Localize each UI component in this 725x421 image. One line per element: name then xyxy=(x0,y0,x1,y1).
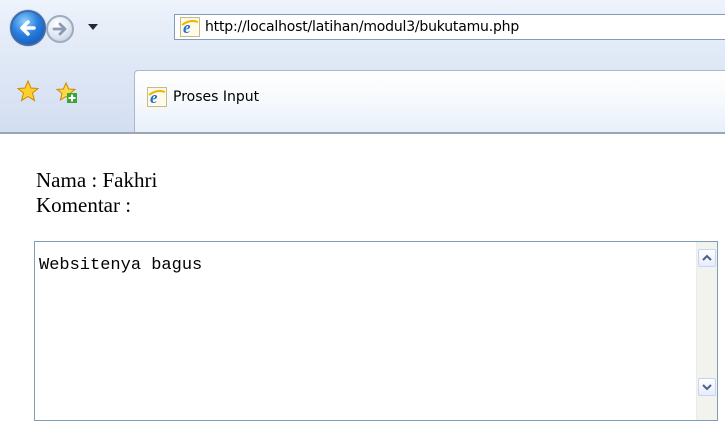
scroll-up-button[interactable] xyxy=(698,249,716,267)
back-arrow-icon xyxy=(20,20,36,36)
chevron-down-icon xyxy=(702,384,712,391)
chrome-divider xyxy=(0,132,725,134)
tab-proses-input[interactable]: e Proses Input xyxy=(134,70,725,132)
internet-explorer-icon: e xyxy=(180,17,200,37)
forward-button[interactable] xyxy=(46,15,74,43)
komentar-label: Komentar : xyxy=(36,193,132,217)
komentar-value: Websitenya bagus xyxy=(39,256,203,275)
chevron-down-icon[interactable] xyxy=(88,24,98,30)
scroll-down-button[interactable] xyxy=(698,378,716,396)
forward-arrow-icon xyxy=(52,22,67,36)
add-favorite-icon[interactable] xyxy=(54,80,78,104)
nama-line: Nama : Fakhri xyxy=(36,168,158,192)
address-url[interactable]: http://localhost/latihan/modul3/bukutamu… xyxy=(205,19,519,35)
tab-title: Proses Input xyxy=(173,89,260,105)
back-button[interactable] xyxy=(10,10,46,46)
favorites-star-icon[interactable] xyxy=(16,79,40,103)
address-bar[interactable]: e http://localhost/latihan/modul3/bukuta… xyxy=(174,14,725,40)
browser-chrome: e http://localhost/latihan/modul3/bukuta… xyxy=(0,0,725,134)
chevron-up-icon xyxy=(702,254,712,261)
textarea-scrollbar[interactable] xyxy=(696,242,717,420)
page-content: Nama : Fakhri Komentar : xyxy=(36,168,157,218)
internet-explorer-icon: e xyxy=(147,87,167,107)
komentar-textarea[interactable]: Websitenya bagus xyxy=(34,241,718,421)
